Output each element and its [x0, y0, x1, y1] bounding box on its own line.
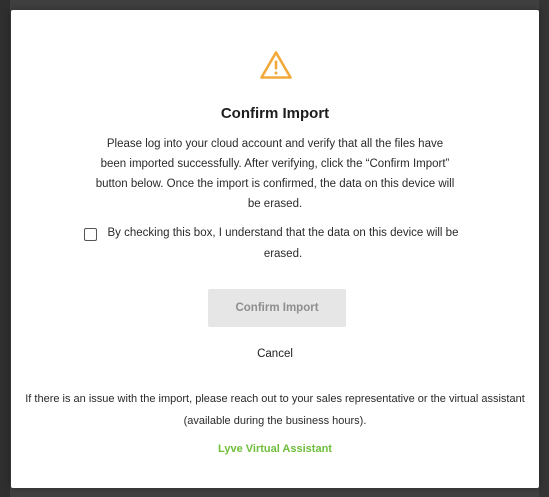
confirm-import-dialog: Confirm Import Please log into your clou…: [11, 10, 539, 488]
erase-consent-label[interactable]: By checking this box, I understand that …: [103, 223, 463, 265]
backdrop-left-edge: [0, 0, 10, 497]
support-info-text: If there is an issue with the import, pl…: [25, 393, 525, 427]
warning-triangle-icon: [260, 51, 292, 79]
backdrop-right-edge: [539, 0, 549, 497]
cancel-button[interactable]: Cancel: [225, 344, 325, 364]
erase-consent-checkbox[interactable]: [84, 228, 97, 241]
dialog-title: Confirm Import: [220, 105, 330, 122]
confirm-import-button[interactable]: Confirm Import: [208, 289, 346, 327]
dialog-description: Please log into your cloud account and v…: [95, 138, 455, 210]
virtual-assistant-link[interactable]: Lyve Virtual Assistant: [175, 439, 375, 459]
